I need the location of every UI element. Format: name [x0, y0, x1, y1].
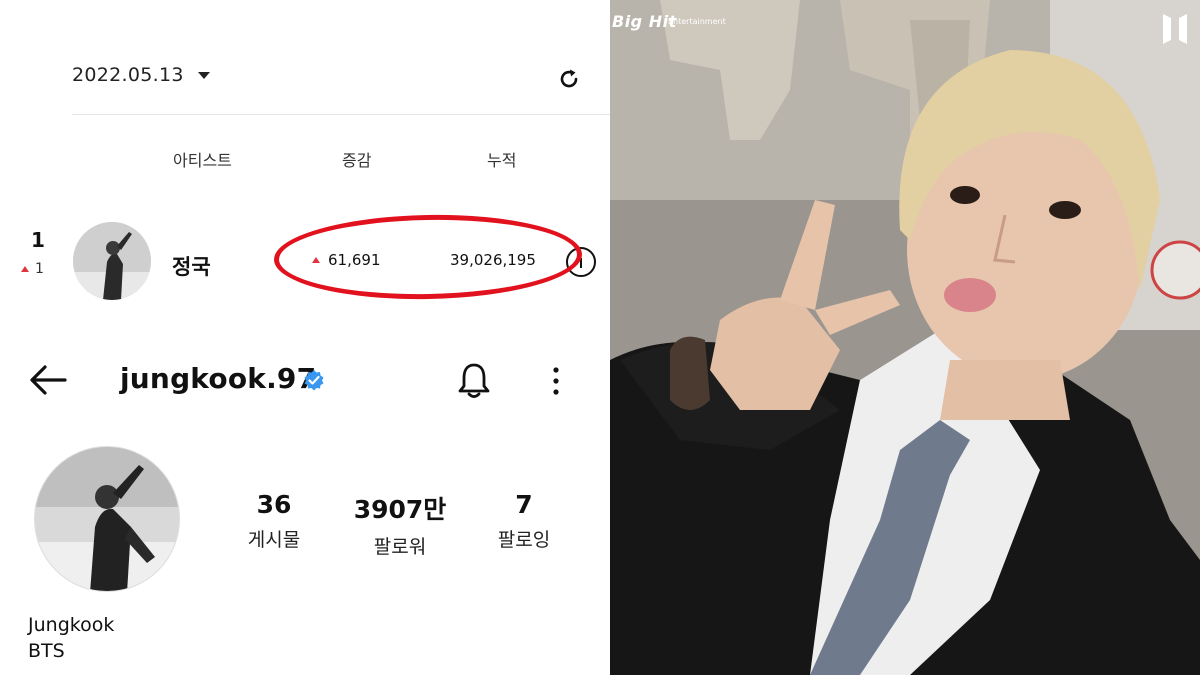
divider	[72, 114, 610, 115]
refresh-icon[interactable]	[556, 66, 582, 92]
column-header-artist: 아티스트	[173, 151, 232, 170]
profile-photo	[35, 447, 179, 591]
date-label: 2022.05.13	[72, 64, 184, 86]
ranking-and-profile-panel: 2022.05.13 아티스트 증감 누적 1 1 정국 61,691 39,0…	[0, 0, 610, 675]
date-selector[interactable]: 2022.05.13	[72, 64, 210, 86]
highlight-circle-annotation	[273, 212, 583, 302]
followers-label: 팔로워	[373, 536, 427, 558]
stat-posts[interactable]: 36 게시물	[234, 490, 314, 552]
selfie-photo	[610, 0, 1200, 675]
verified-badge-icon	[304, 370, 324, 391]
bell-icon[interactable]	[456, 360, 492, 400]
profile-bio: BTS	[28, 640, 65, 662]
selfie-illustration	[610, 0, 1200, 675]
more-options-icon[interactable]	[548, 366, 564, 396]
rank-number: 1	[31, 228, 45, 252]
column-header-total: 누적	[487, 151, 517, 170]
artist-name[interactable]: 정국	[172, 251, 211, 281]
artist-photo	[73, 222, 151, 300]
rank-change: 1	[21, 261, 44, 277]
column-header-change: 증감	[342, 151, 372, 170]
profile-avatar[interactable]	[34, 446, 180, 592]
watermark-subtext: Entertainment	[668, 17, 726, 26]
stat-following[interactable]: 7 팔로잉	[484, 490, 564, 552]
rank-change-value: 1	[35, 261, 44, 277]
bts-logo-icon	[1163, 14, 1187, 44]
followers-count: 3907만	[353, 495, 447, 524]
profile-display-name: Jungkook	[28, 614, 115, 636]
caret-down-icon	[197, 71, 210, 79]
posts-label: 게시물	[247, 529, 301, 551]
back-arrow-icon[interactable]	[28, 363, 68, 397]
following-label: 팔로잉	[497, 529, 551, 551]
stat-followers[interactable]: 3907만 팔로워	[344, 490, 456, 559]
following-count: 7	[515, 490, 533, 519]
up-arrow-icon	[21, 266, 29, 272]
bighit-watermark: Big Hit Entertainment	[612, 12, 726, 31]
artist-avatar[interactable]	[73, 222, 151, 300]
profile-username: jungkook.97	[120, 362, 317, 395]
posts-count: 36	[256, 490, 292, 519]
